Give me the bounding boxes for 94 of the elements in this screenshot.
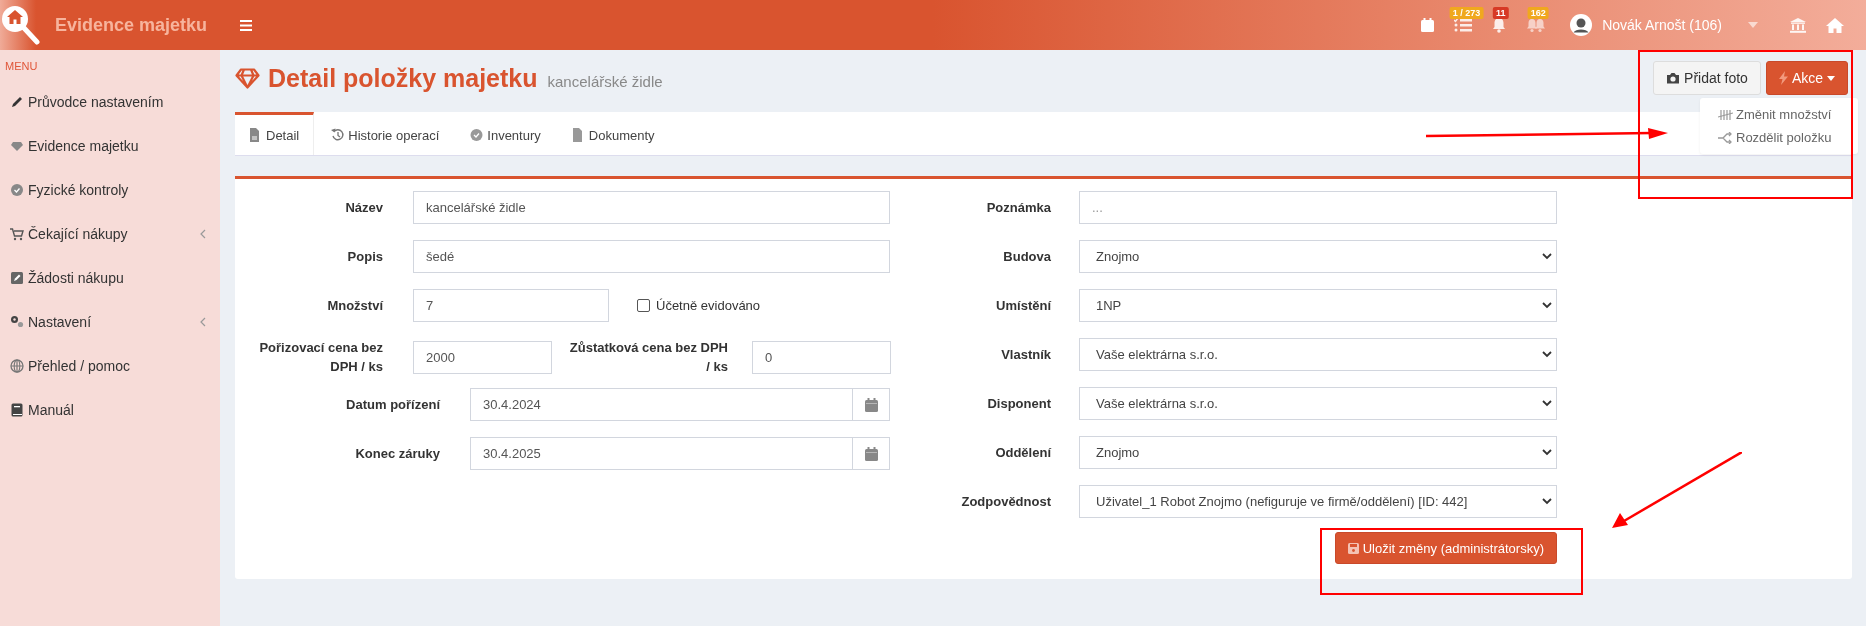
field-label: Budova — [1002, 248, 1051, 266]
field-label: Zůstatková cena bez DPH / ks — [568, 339, 728, 376]
field-label: Název — [344, 199, 383, 217]
pencil-icon — [10, 95, 24, 109]
sidebar-item[interactable]: Průvodce nastavením — [0, 80, 220, 124]
chevron-down-icon — [1542, 253, 1552, 260]
field-label: Množství — [326, 297, 383, 315]
gears-icon — [10, 315, 24, 329]
text-field[interactable]: kancelářské židle — [413, 191, 890, 224]
field-label: Poznámka — [985, 199, 1051, 217]
caret-down-icon — [1827, 75, 1835, 81]
text-field[interactable]: 0 — [752, 340, 891, 374]
sidebar-item[interactable]: Čekající nákupy — [0, 212, 220, 256]
actions-button[interactable]: Akce — [1765, 61, 1848, 95]
tab[interactable]: Dokumenty — [557, 112, 669, 155]
tally-icon — [1718, 108, 1733, 121]
menu-item[interactable]: Rozdělit položku — [1700, 126, 1858, 149]
field-label: Popis — [346, 248, 383, 266]
task-list-icon — [1454, 18, 1473, 32]
dropdown-field[interactable]: Znojmo — [1079, 436, 1557, 469]
field-label: Vlastník — [1000, 346, 1051, 364]
field-label: Datum pořízení — [345, 396, 440, 414]
calendar-icon — [1421, 18, 1435, 32]
sidebar-item[interactable]: Evidence majetku — [0, 124, 220, 168]
text-field[interactable]: 30.4.2025 — [470, 437, 853, 470]
bell-icon — [1492, 17, 1507, 33]
caret-down-icon — [1748, 22, 1758, 28]
file-icon — [571, 128, 585, 142]
text-field[interactable]: ... — [1079, 191, 1557, 224]
calendar-button[interactable] — [853, 437, 890, 470]
dropdown-field[interactable]: Uživatel_1 Robot Znojmo (nefiguruje ve firmě/oddělení) [ID: 442] — [1079, 485, 1557, 518]
book-icon — [10, 403, 24, 417]
chevron-down-icon — [1542, 498, 1552, 505]
check-circle-icon — [10, 183, 24, 197]
notifications-button[interactable]: 11 — [1482, 0, 1517, 50]
chevron-left-icon — [200, 317, 206, 327]
sidebar-item[interactable]: Fyzické kontroly — [0, 168, 220, 212]
home-icon — [1826, 17, 1844, 33]
field-label: Zodpovědnost — [960, 493, 1051, 511]
camera-icon — [1666, 72, 1681, 84]
chevron-down-icon — [1542, 351, 1552, 358]
sidebar-item[interactable]: Nastavení — [0, 300, 220, 344]
save-button[interactable]: Uložit změny (administrátorsky) — [1334, 532, 1557, 564]
menu-icon — [240, 19, 252, 31]
dropdown-field[interactable]: Vaše elektrárna s.r.o. — [1079, 338, 1557, 371]
document-icon — [249, 128, 262, 142]
calendar-button[interactable] — [853, 388, 890, 421]
text-field[interactable]: šedé — [413, 240, 890, 273]
calendar-icon — [864, 446, 878, 461]
chevron-down-icon — [1542, 400, 1552, 407]
edit-square-icon — [10, 271, 24, 285]
chevron-down-icon — [1542, 449, 1552, 456]
history-icon — [331, 128, 345, 142]
magnifier-house-logo-icon — [0, 4, 40, 46]
sidebar-item[interactable]: Přehled / pomoc — [0, 344, 220, 388]
dropdown-field[interactable]: 1NP — [1079, 289, 1557, 322]
count-badge: 1 / 273 — [1449, 7, 1484, 19]
tab[interactable]: Inventury — [456, 112, 555, 155]
field-label: Konec záruky — [354, 445, 440, 463]
chevron-left-icon — [200, 229, 206, 239]
field-label: Pořizovací cena bez DPH / ks — [258, 339, 383, 376]
dropdown-field[interactable]: Znojmo — [1079, 240, 1557, 273]
dropdown-field[interactable]: Vaše elektrárna s.r.o. — [1079, 387, 1557, 420]
count-badge: 162 — [1527, 7, 1549, 19]
count-badge: 11 — [1492, 7, 1509, 19]
menu-heading: MENU — [4, 59, 39, 74]
text-field[interactable]: 30.4.2024 — [470, 388, 853, 421]
tab[interactable]: Detail — [235, 112, 315, 155]
add-photo-button[interactable]: Přidat foto — [1653, 61, 1761, 95]
field-label: Disponent — [986, 395, 1051, 413]
checkbox-option[interactable]: Účetně evidováno — [637, 298, 761, 313]
chevron-down-icon — [1542, 302, 1552, 309]
text-field[interactable]: 7 — [413, 289, 609, 322]
check-circle-icon — [470, 128, 484, 142]
page-title: Detail položky majetku — [268, 63, 538, 93]
sidebar-item[interactable]: Manuál — [0, 388, 220, 432]
lightning-icon — [1778, 71, 1788, 85]
gem-icon — [235, 67, 260, 89]
field-label: Oddělení — [994, 444, 1051, 462]
bells-icon — [1526, 17, 1547, 33]
gem-icon — [10, 139, 24, 153]
tab[interactable]: Historie operací — [317, 112, 454, 155]
avatar-icon — [1570, 14, 1593, 36]
page-subtitle: kancelářské židle — [547, 72, 663, 90]
sidebar-item[interactable]: Žádosti nákupu — [0, 256, 220, 300]
text-field[interactable]: 2000 — [413, 340, 552, 374]
bank-icon — [1790, 17, 1806, 33]
menu-item[interactable]: Změnit množství — [1700, 103, 1858, 126]
globe-icon — [10, 359, 24, 373]
split-arrows-icon — [1718, 131, 1733, 144]
checkbox[interactable] — [637, 299, 650, 312]
calendar-icon — [864, 397, 878, 412]
field-label: Umístění — [995, 297, 1051, 315]
cart-icon — [10, 227, 24, 241]
